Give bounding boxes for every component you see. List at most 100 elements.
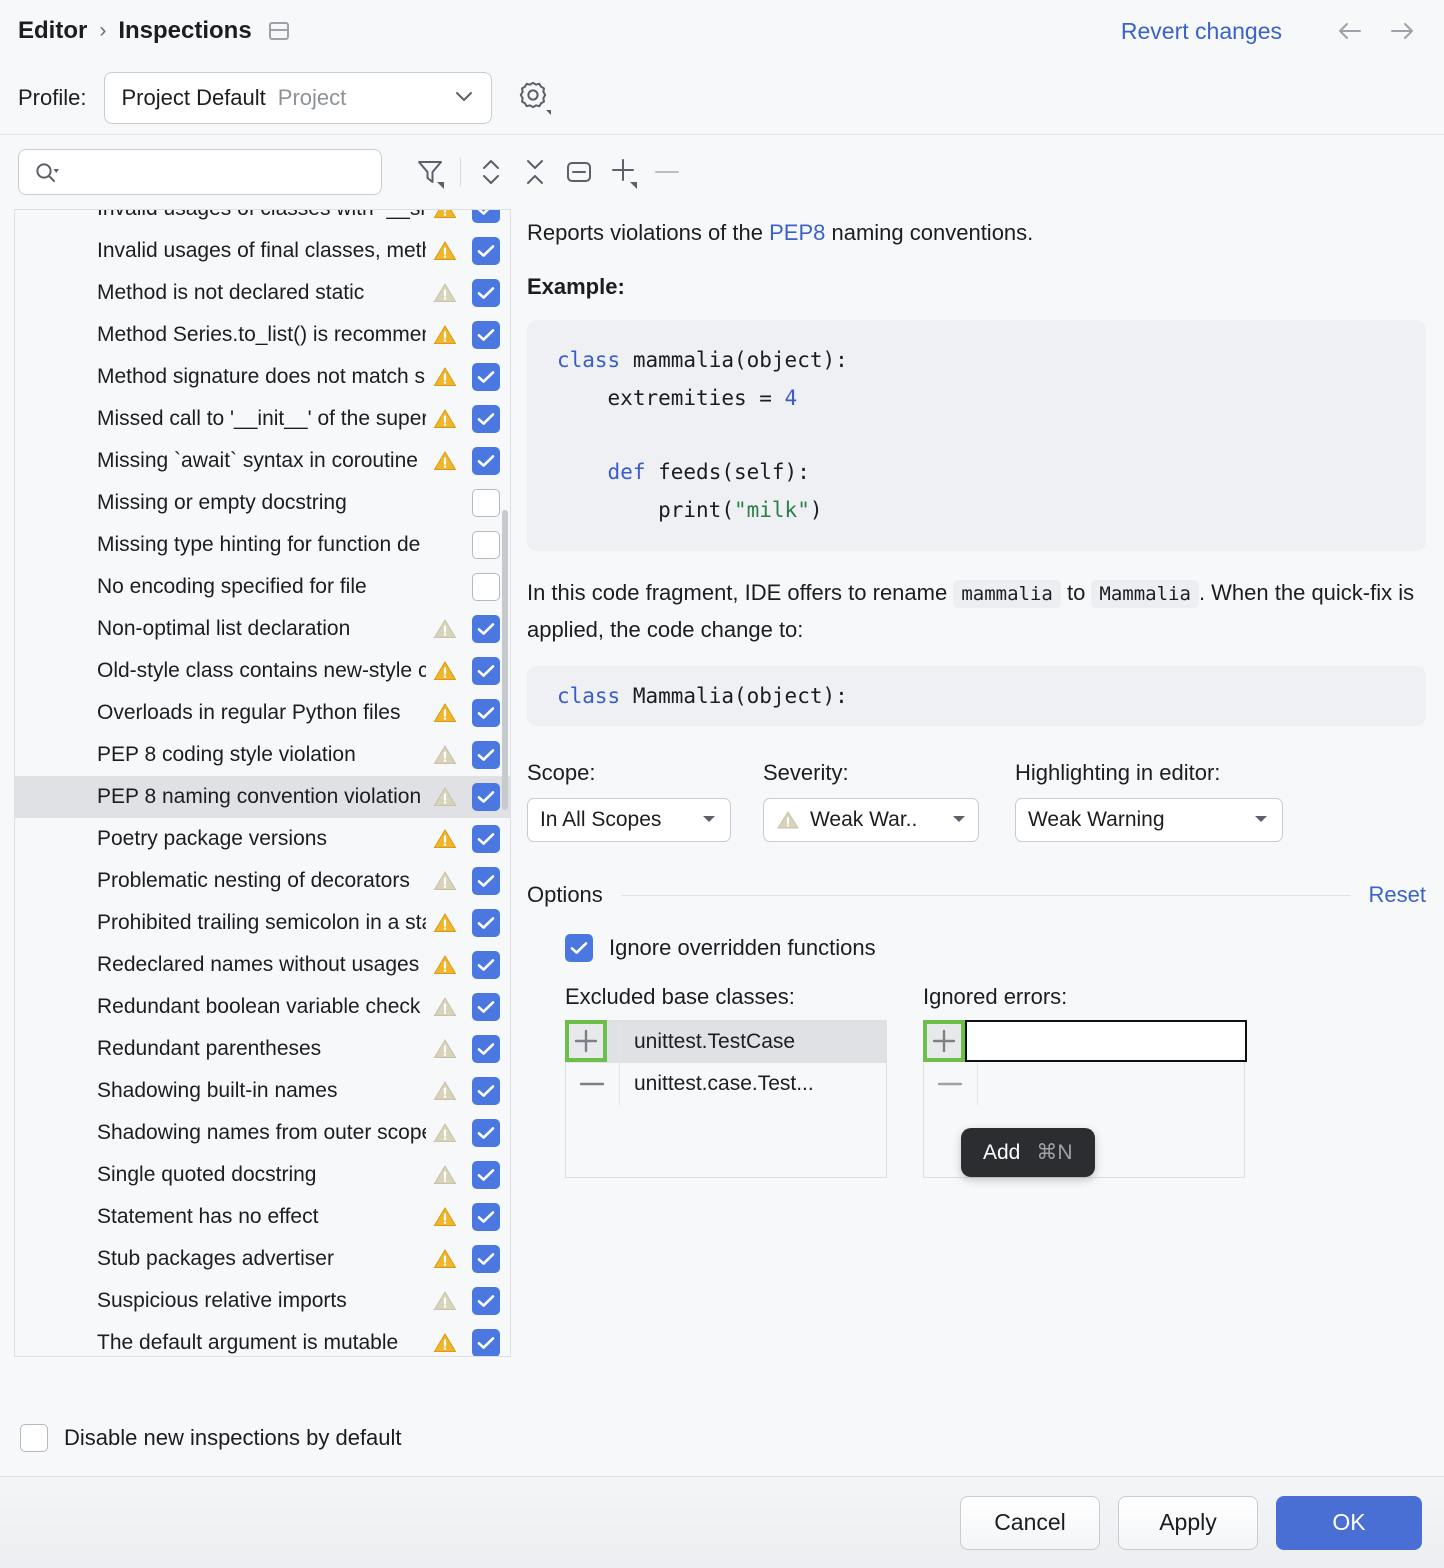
inspection-row-checkbox[interactable] (472, 1203, 500, 1231)
apply-button[interactable]: Apply (1118, 1496, 1258, 1550)
inspection-row[interactable]: Missing or empty docstring (15, 482, 510, 524)
pep8-link[interactable]: PEP8 (769, 220, 825, 245)
inspection-row-checkbox[interactable] (472, 279, 500, 307)
inspection-row[interactable]: Old-style class contains new-style c (15, 650, 510, 692)
inspection-row-checkbox[interactable] (472, 1287, 500, 1315)
ignored-add-button[interactable] (923, 1020, 965, 1062)
inspection-row-checkbox[interactable] (472, 209, 500, 223)
scrollbar-thumb[interactable] (502, 510, 508, 810)
inspection-row-checkbox[interactable] (472, 237, 500, 265)
inspection-row[interactable]: Shadowing built-in names (15, 1070, 510, 1112)
check-icon (476, 705, 496, 721)
inspection-severity-icon (432, 209, 458, 221)
scope-dropdown[interactable]: In All Scopes (527, 798, 731, 842)
inspection-row-checkbox[interactable] (472, 1161, 500, 1189)
inspection-row-checkbox[interactable] (472, 1077, 500, 1105)
add-scope-button[interactable] (601, 150, 645, 194)
list-item[interactable]: unittest.TestCase (566, 1021, 886, 1063)
inspection-row[interactable]: Missing type hinting for function de (15, 524, 510, 566)
inspection-row[interactable]: Prohibited trailing semicolon in a sta (15, 902, 510, 944)
ignored-errors-input[interactable] (965, 1020, 1247, 1062)
excluded-base-classes-list[interactable]: unittest.TestCase unittest.case.Test... (565, 1020, 887, 1178)
remove-scope-button[interactable] (645, 150, 689, 194)
inspection-row[interactable]: Single quoted docstring (15, 1154, 510, 1196)
profile-dropdown[interactable]: Project Default Project (104, 72, 492, 124)
inspection-row-checkbox[interactable] (472, 1245, 500, 1273)
inspection-row[interactable]: Invalid usages of classes with `__sl (15, 209, 510, 230)
inspection-row[interactable]: Redundant parentheses (15, 1028, 510, 1070)
inspection-row[interactable]: No encoding specified for file (15, 566, 510, 608)
inspection-row-checkbox[interactable] (472, 405, 500, 433)
inspection-row-checkbox[interactable] (472, 447, 500, 475)
inspection-row-checkbox[interactable] (472, 531, 500, 559)
breadcrumb-root[interactable]: Editor (18, 17, 87, 45)
inspection-row-checkbox[interactable] (472, 573, 500, 601)
inspection-row[interactable]: Stub packages advertiser (15, 1238, 510, 1280)
inspection-row[interactable]: Suspicious relative imports (15, 1280, 510, 1322)
disable-inspection-button[interactable] (557, 150, 601, 194)
code-token: 4 (785, 386, 798, 410)
expand-all-button[interactable] (469, 150, 513, 194)
list-item[interactable]: unittest.case.Test... (566, 1063, 886, 1105)
inspection-row[interactable]: Shadowing names from outer scope (15, 1112, 510, 1154)
severity-dropdown[interactable]: Weak War.. (763, 798, 979, 842)
inspection-row[interactable]: Non-optimal list declaration (15, 608, 510, 650)
filter-button[interactable] (408, 150, 452, 194)
inspection-row[interactable]: Problematic nesting of decorators (15, 860, 510, 902)
inspection-row-checkbox[interactable] (472, 489, 500, 517)
inspection-row-checkbox[interactable] (472, 699, 500, 727)
revert-changes-button[interactable]: Revert changes (1121, 18, 1282, 45)
inspection-list-scrollbar[interactable] (500, 210, 510, 1356)
ignored-remove-gutter[interactable] (924, 1063, 978, 1105)
inspection-row[interactable]: Poetry package versions (15, 818, 510, 860)
inspection-row[interactable]: Method is not declared static (15, 272, 510, 314)
inspection-row-checkbox[interactable] (472, 909, 500, 937)
inspection-row-checkbox[interactable] (472, 825, 500, 853)
inspection-row[interactable]: Redundant boolean variable check (15, 986, 510, 1028)
collapse-all-button[interactable] (513, 150, 557, 194)
inspection-row[interactable]: Statement has no effect (15, 1196, 510, 1238)
panel-layout-icon[interactable] (269, 22, 289, 40)
inspection-row[interactable]: PEP 8 naming convention violation (15, 776, 510, 818)
disable-new-inspections-row[interactable]: Disable new inspections by default (0, 1400, 1444, 1476)
inspection-row[interactable]: Method Series.to_list() is recommen (15, 314, 510, 356)
inspection-row-checkbox[interactable] (472, 867, 500, 895)
warning-icon (432, 701, 458, 725)
disable-new-inspections-checkbox[interactable] (20, 1424, 48, 1452)
inspection-row-checkbox[interactable] (472, 993, 500, 1021)
inspection-row-checkbox[interactable] (472, 1329, 500, 1357)
check-icon (476, 411, 496, 427)
gear-icon[interactable] (518, 79, 552, 117)
inspection-row-checkbox[interactable] (472, 615, 500, 643)
inspection-row-checkbox[interactable] (472, 951, 500, 979)
inspection-row-checkbox[interactable] (472, 1119, 500, 1147)
inspection-row-checkbox[interactable] (472, 657, 500, 685)
highlighting-dropdown[interactable]: Weak Warning (1015, 798, 1283, 842)
inspection-row[interactable]: Missing `await` syntax in coroutine (15, 440, 510, 482)
list-item[interactable] (924, 1063, 1244, 1105)
inspection-row-checkbox[interactable] (472, 741, 500, 769)
inspection-row-checkbox[interactable] (472, 363, 500, 391)
cancel-button[interactable]: Cancel (960, 1496, 1100, 1550)
inspection-list[interactable]: Invalid usages of classes with `__slInva… (14, 209, 511, 1357)
reset-options-button[interactable]: Reset (1369, 882, 1426, 908)
ok-button[interactable]: OK (1276, 1496, 1422, 1550)
ignore-overridden-checkbox[interactable] (565, 934, 593, 962)
ignore-overridden-row[interactable]: Ignore overridden functions (565, 934, 1426, 962)
back-arrow-icon[interactable] (1330, 16, 1376, 46)
inspection-row[interactable]: Method signature does not match s (15, 356, 510, 398)
warning-icon (432, 365, 458, 389)
inspection-row-checkbox[interactable] (472, 783, 500, 811)
inspection-row[interactable]: Redeclared names without usages (15, 944, 510, 986)
inspection-row[interactable]: PEP 8 coding style violation (15, 734, 510, 776)
excluded-add-button[interactable] (565, 1020, 607, 1062)
inspection-row[interactable]: Missed call to '__init__' of the super (15, 398, 510, 440)
inspection-row[interactable]: Overloads in regular Python files (15, 692, 510, 734)
inspection-row[interactable]: The default argument is mutable (15, 1322, 510, 1357)
search-input[interactable] (18, 149, 382, 195)
excluded-remove-gutter[interactable] (566, 1063, 620, 1105)
inspection-row-checkbox[interactable] (472, 1035, 500, 1063)
inspection-row-checkbox[interactable] (472, 321, 500, 349)
forward-arrow-icon[interactable] (1380, 16, 1426, 46)
inspection-row[interactable]: Invalid usages of final classes, meth (15, 230, 510, 272)
